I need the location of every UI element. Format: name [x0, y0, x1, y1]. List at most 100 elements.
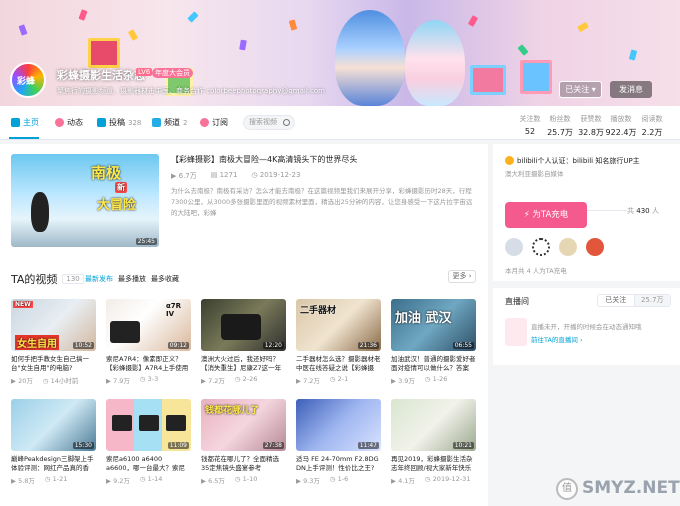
sort-most-favorited[interactable]: 最多收藏 [151, 274, 179, 284]
video-card[interactable]: 12:20 澳洲大火过后，我还好吗？【消失重生】尼康Z7这一年到底 ▶ 7.2万… [201, 299, 286, 385]
charger-avatar[interactable] [505, 238, 523, 256]
publish-date-value: 1-6 [337, 475, 349, 483]
video-thumbnail[interactable]: 钱都花哪儿了 27:38 [201, 399, 286, 451]
tab-uploads[interactable]: 投稿 328 [97, 117, 141, 128]
publish-date: ◷ 2-1 [329, 375, 349, 383]
play-count: ▶ 6.5万 [201, 477, 225, 485]
video-card[interactable]: 15:30 巅峰Peakdesign三脚架上手体验评测：网红产品真的香 ▶ 5.… [11, 399, 96, 485]
thumb-overlay-text: 女生自用 [15, 335, 59, 350]
charger-avatar[interactable] [559, 238, 577, 256]
tab-dynamic[interactable]: 动态 [55, 117, 83, 128]
tab-label: 主页 [23, 118, 39, 127]
featured-thumbnail[interactable]: 南极 新 大冒险 25:45 [11, 154, 159, 247]
video-title[interactable]: 索尼A7R4：像素即正义？【彩蜂摄影】A7R4上手使用 [106, 355, 191, 373]
publish-date-value: 2-26 [242, 375, 258, 383]
channel-icon [152, 118, 161, 127]
message-button[interactable]: 发消息 [610, 81, 652, 98]
tab-home[interactable]: 主页 [11, 117, 39, 128]
level-badge: LV6 [136, 68, 153, 76]
publish-date-value: 2-1 [337, 375, 349, 383]
profile-banner: 彩蜂 彩蜂摄影生活杂志 LV6 年度大会员 聚焦行的摄影频道、摄影器材击中医、商… [0, 0, 680, 106]
live-follow-button[interactable]: 已关注 25.7万 [597, 294, 671, 307]
search-input[interactable]: 搜索视频 [243, 115, 295, 130]
video-meta: ▶ 9.3万 ◷ 1-6 [296, 475, 381, 485]
publish-date-value: 1-10 [242, 475, 258, 483]
video-title[interactable]: 如何手把手教女生自己搞一台"女生自用"的电脑? [11, 355, 96, 373]
video-thumbnail[interactable]: 12:20 [201, 299, 286, 351]
video-title[interactable]: 巅峰Peakdesign三脚架上手体验评测：网红产品真的香 [11, 455, 96, 473]
camera-figure [221, 314, 261, 340]
video-thumbnail[interactable]: 11:09 [106, 399, 191, 451]
video-card[interactable]: 10:21 再见2019，彩蜂摄影生活杂志年终回顾/视大家新年快乐 ▶ 4.1万… [391, 399, 476, 485]
search-icon[interactable] [283, 119, 290, 126]
publish-date: ◷ 1-14 [139, 475, 163, 483]
video-thumbnail[interactable]: 15:30 [11, 399, 96, 451]
thumb-overlay-text: 大冒险 [97, 198, 137, 213]
camera-figure [112, 415, 132, 431]
video-thumbnail[interactable]: 11:47 [296, 399, 381, 451]
follow-label: 已关注 [565, 85, 590, 94]
video-title[interactable]: 二手器材怎么选？摄影器材老中医在线答疑之说【彩蜂摄影】 [296, 355, 381, 373]
watermark-text: SMYZ.NET [582, 478, 680, 498]
play-count: ▶ 3.9万 [391, 377, 415, 385]
video-thumbnail[interactable]: 加油 武汉 06:55 [391, 299, 476, 351]
gift-box-icon [470, 65, 506, 95]
video-thumbnail[interactable]: NEW 女生自用 10:52 [11, 299, 96, 351]
video-card[interactable]: 加油 武汉 06:55 加油武汉！普通的摄影爱好者面对疫情可以做什么？答案 ▶ … [391, 299, 476, 385]
search-placeholder: 搜索视频 [249, 118, 277, 126]
video-title[interactable]: 加油武汉！普通的摄影爱好者面对疫情可以做什么？答案 [391, 355, 476, 373]
more-videos-button[interactable]: 更多 › [448, 270, 476, 283]
video-card[interactable]: NEW 女生自用 10:52 如何手把手教女生自己搞一台"女生自用"的电脑? ▶… [11, 299, 96, 385]
charger-avatar[interactable] [586, 238, 604, 256]
sort-newest[interactable]: 最新发布 [85, 274, 113, 284]
live-placeholder-icon [505, 318, 527, 346]
sort-most-played[interactable]: 最多播放 [118, 274, 146, 284]
main-content: 南极 新 大冒险 25:45 【彩蜂摄影】南极大冒险—4K高清镜头下的世界尽头 … [0, 144, 488, 506]
video-title[interactable]: 钱都花在哪儿了？全面精选35定焦镜头盛宴参考 [201, 455, 286, 473]
video-card[interactable]: α7R IV 09:12 索尼A7R4：像素即正义？【彩蜂摄影】A7R4上手使用… [106, 299, 191, 385]
tab-channels[interactable]: 频道 2 [152, 117, 187, 128]
charge-button[interactable]: ⚡ 为TA充电 [505, 202, 587, 228]
play-count-value: 9.3万 [303, 477, 320, 485]
video-card[interactable]: 11:47 适马 FE 24-70mm F2.8DG DN上手评测！性价比之王?… [296, 399, 381, 485]
video-card[interactable]: 二手器材 21:36 二手器材怎么选？摄影器材老中医在线答疑之说【彩蜂摄影】 ▶… [296, 299, 381, 385]
confetti [187, 11, 199, 23]
video-card[interactable]: 11:09 索尼a6100 a6400 a6600，哪一台最大？索尼Apsc相机… [106, 399, 191, 485]
charge-total: 共 430 人 [627, 206, 659, 216]
camera-figure [110, 321, 140, 343]
thumb-overlay-text: 南极 [91, 164, 122, 182]
heart-icon [200, 118, 209, 127]
video-meta: ▶ 7.2万 ◷ 2-1 [296, 375, 381, 385]
video-thumbnail[interactable]: 二手器材 21:36 [296, 299, 381, 351]
featured-title[interactable]: 【彩蜂摄影】南极大冒险—4K高清镜头下的世界尽头 [171, 154, 357, 165]
play-count-value: 6.5万 [208, 477, 225, 485]
video-duration: 10:21 [452, 442, 474, 449]
charger-avatar[interactable] [532, 238, 550, 256]
character-illustration [405, 20, 465, 106]
profile-nav: 主页 动态 投稿 328 频道 2 订阅 搜索视频 关注数 52 粉丝数 25.7万… [0, 106, 680, 140]
video-thumbnail[interactable]: α7R IV 09:12 [106, 299, 191, 351]
publish-date: ◷ 2019-12-31 [424, 475, 471, 483]
publish-date-value: 1-21 [52, 475, 68, 483]
video-duration: 09:12 [167, 342, 189, 349]
video-meta: ▶ 3.9万 ◷ 1-26 [391, 375, 476, 385]
video-card[interactable]: 钱都花哪儿了 27:38 钱都花在哪儿了？全面精选35定焦镜头盛宴参考 ▶ 6.… [201, 399, 286, 485]
video-title[interactable]: 索尼a6100 a6400 a6600，哪一台最大？索尼Apsc相机选购 [106, 455, 191, 473]
video-thumbnail[interactable]: 10:21 [391, 399, 476, 451]
video-meta: ▶ 6.5万 ◷ 1-10 [201, 475, 286, 485]
video-title[interactable]: 适马 FE 24-70mm F2.8DG DN上手评测！性价比之王? [296, 455, 381, 473]
live-room-link[interactable]: 前往TA的直播间 › [531, 334, 583, 344]
avatar[interactable]: 彩蜂 [10, 62, 46, 98]
publish-date: ◷ 1-6 [329, 475, 349, 483]
play-count: ▶ 7.2万 [296, 377, 320, 385]
charge-month-text: 本月共 4 人为TA充电 [505, 267, 567, 275]
video-title[interactable]: 澳洲大火过后，我还好吗？【消失重生】尼康Z7这一年到底 [201, 355, 286, 373]
play-count: ▶ 7.2万 [201, 377, 225, 385]
publish-date: ◷ 3-3 [139, 375, 159, 383]
tab-subscriptions[interactable]: 订阅 [200, 117, 228, 128]
follow-button[interactable]: 已关注 ▾ [559, 81, 602, 98]
section-title-text: TA的视频 [11, 273, 58, 286]
video-title[interactable]: 再见2019，彩蜂摄影生活杂志年终回顾/视大家新年快乐 [391, 455, 476, 473]
verified-icon [505, 156, 514, 165]
confetti [577, 21, 589, 33]
